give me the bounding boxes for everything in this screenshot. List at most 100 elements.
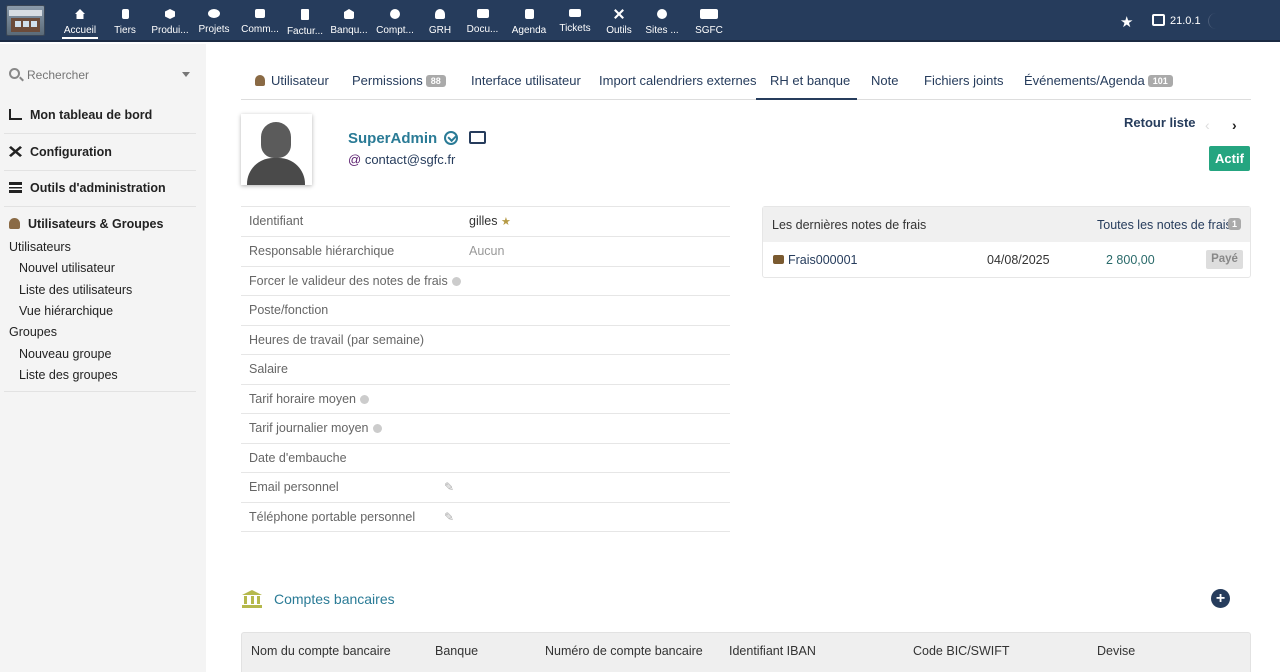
- add-bank-account-button[interactable]: +: [1211, 589, 1230, 608]
- all-expense-reports-link[interactable]: Toutes les notes de frais: [1097, 218, 1232, 232]
- vcard-icon[interactable]: [469, 131, 486, 144]
- table-bottom-border: [241, 531, 730, 532]
- calendar-icon: [524, 9, 534, 19]
- chevron-down-icon[interactable]: [182, 72, 190, 77]
- field-row: Email personnel ✎: [241, 472, 730, 502]
- menu-item-billing[interactable]: Factur...: [284, 0, 326, 42]
- tab-events-agenda[interactable]: Événements/Agenda 101: [1024, 61, 1173, 100]
- tools-icon: [614, 9, 624, 19]
- menu-item-documents[interactable]: Docu...: [463, 0, 503, 42]
- project-icon: [208, 9, 220, 18]
- sidebar-link-hierarchy[interactable]: Vue hiérarchique: [19, 304, 113, 318]
- sidebar-link-new-group[interactable]: Nouveau groupe: [19, 347, 111, 361]
- invoice-icon: [301, 9, 309, 20]
- tab-hr-bank[interactable]: RH et banque: [756, 61, 857, 100]
- globe-icon: [657, 9, 667, 19]
- count-badge: 1: [1228, 218, 1242, 230]
- expense-reports-panel: Les dernières notes de frais Toutes les …: [762, 206, 1251, 278]
- menu-item-bank[interactable]: Banqu...: [328, 0, 370, 42]
- menu-item-projects[interactable]: Projets: [196, 0, 232, 42]
- tab-user-interface[interactable]: Interface utilisateur: [471, 61, 581, 100]
- info-icon[interactable]: [372, 424, 382, 433]
- menu-item-tiers[interactable]: Tiers: [106, 0, 144, 42]
- menu-item-products[interactable]: Produi...: [148, 0, 192, 42]
- sidebar-link-users[interactable]: Utilisateurs: [9, 240, 71, 254]
- edit-pencil-icon[interactable]: ✎: [444, 480, 454, 494]
- expense-ref-link[interactable]: Frais000001: [773, 253, 858, 267]
- sidebar-link-groups[interactable]: Groupes: [9, 325, 57, 339]
- download-icon[interactable]: [444, 131, 458, 145]
- search-dollar-icon: [390, 9, 400, 19]
- user-name: SuperAdmin: [348, 130, 438, 147]
- tab-external-calendars[interactable]: Import calendriers externes: [599, 61, 757, 100]
- at-icon: @: [348, 152, 362, 167]
- admin-star-icon: ★: [500, 216, 511, 228]
- login-value: gilles: [469, 214, 498, 228]
- back-to-list-link[interactable]: Retour liste: [1124, 115, 1196, 130]
- sidebar-link-group-list[interactable]: Liste des groupes: [19, 368, 118, 382]
- menu-item-agenda[interactable]: Agenda: [508, 0, 550, 42]
- info-icon[interactable]: [451, 277, 461, 286]
- search-input[interactable]: [27, 67, 177, 83]
- search-icon: [9, 68, 20, 79]
- top-navbar: Accueil Tiers Produi... Projets Comm... …: [0, 0, 1280, 42]
- user-avatar[interactable]: [241, 114, 312, 185]
- user-icon: [9, 218, 20, 229]
- sidebar-divider: [4, 133, 196, 134]
- sidebar-item-dashboard[interactable]: Mon tableau de bord: [9, 108, 152, 122]
- column-header[interactable]: Code BIC/SWIFT: [913, 644, 1010, 658]
- menu-item-sgfc[interactable]: SGFC: [690, 0, 728, 42]
- version-label: 21.0.1: [1170, 15, 1201, 27]
- module-icon: [700, 9, 718, 19]
- column-header[interactable]: Nom du compte bancaire: [251, 644, 391, 658]
- user-menu-toggle[interactable]: [1208, 13, 1216, 29]
- tools-icon: [9, 146, 22, 157]
- column-header[interactable]: Banque: [435, 644, 478, 658]
- sidebar-search[interactable]: [9, 67, 190, 85]
- bank-accounts-table-header: Nom du compte bancaire Banque Numéro de …: [241, 632, 1251, 672]
- expense-reports-header: Les dernières notes de frais Toutes les …: [763, 207, 1250, 242]
- user-icon: [435, 9, 445, 19]
- field-row: Responsable hiérarchique Aucun: [241, 236, 730, 266]
- sidebar-item-configuration[interactable]: Configuration: [9, 145, 112, 159]
- menu-item-hr[interactable]: GRH: [422, 0, 458, 42]
- info-icon[interactable]: [360, 395, 369, 404]
- tab-attached-files[interactable]: Fichiers joints: [924, 61, 1003, 100]
- sidebar-link-user-list[interactable]: Liste des utilisateurs: [19, 283, 132, 297]
- user-email[interactable]: @ contact@sgfc.fr: [348, 152, 455, 167]
- menu-item-commercial[interactable]: Comm...: [238, 0, 282, 42]
- building-icon: [121, 9, 129, 19]
- menu-item-tools[interactable]: Outils: [602, 0, 636, 42]
- column-header[interactable]: Devise: [1097, 644, 1135, 658]
- folder-icon: [476, 9, 489, 18]
- count-badge: 101: [1147, 75, 1173, 87]
- tab-permissions[interactable]: Permissions 88: [352, 61, 446, 100]
- sidebar-item-admin-tools[interactable]: Outils d'administration: [9, 181, 166, 195]
- expense-status-badge: Payé: [1206, 250, 1243, 269]
- print-icon[interactable]: [1152, 14, 1165, 26]
- menu-item-websites[interactable]: Sites ...: [642, 0, 682, 42]
- tab-user[interactable]: Utilisateur: [255, 61, 329, 100]
- chart-icon: [9, 109, 22, 120]
- menu-item-tickets[interactable]: Tickets: [556, 0, 594, 42]
- menu-item-home[interactable]: Accueil: [62, 0, 98, 42]
- previous-record-icon[interactable]: ‹: [1205, 117, 1210, 133]
- company-logo[interactable]: [6, 5, 45, 36]
- menu-item-accounting[interactable]: Compt...: [374, 0, 416, 42]
- sidebar-item-users-groups[interactable]: Utilisateurs & Groupes: [9, 217, 163, 231]
- field-row: Heures de travail (par semaine): [241, 325, 730, 355]
- expense-date: 04/08/2025: [987, 253, 1050, 267]
- bookmark-star-icon[interactable]: ★: [1120, 13, 1133, 31]
- field-row: Salaire: [241, 354, 730, 384]
- next-record-icon[interactable]: ›: [1232, 117, 1237, 133]
- server-icon: [9, 182, 22, 193]
- sidebar-link-new-user[interactable]: Nouvel utilisateur: [19, 261, 115, 275]
- edit-pencil-icon[interactable]: ✎: [444, 510, 454, 524]
- field-row: Forcer le valideur des notes de frais: [241, 266, 730, 296]
- tab-note[interactable]: Note: [871, 61, 898, 100]
- field-row: Tarif journalier moyen: [241, 413, 730, 443]
- column-header[interactable]: Numéro de compte bancaire: [545, 644, 703, 658]
- status-badge: Actif: [1209, 146, 1250, 171]
- column-header[interactable]: Identifiant IBAN: [729, 644, 816, 658]
- bank-icon: [344, 9, 354, 19]
